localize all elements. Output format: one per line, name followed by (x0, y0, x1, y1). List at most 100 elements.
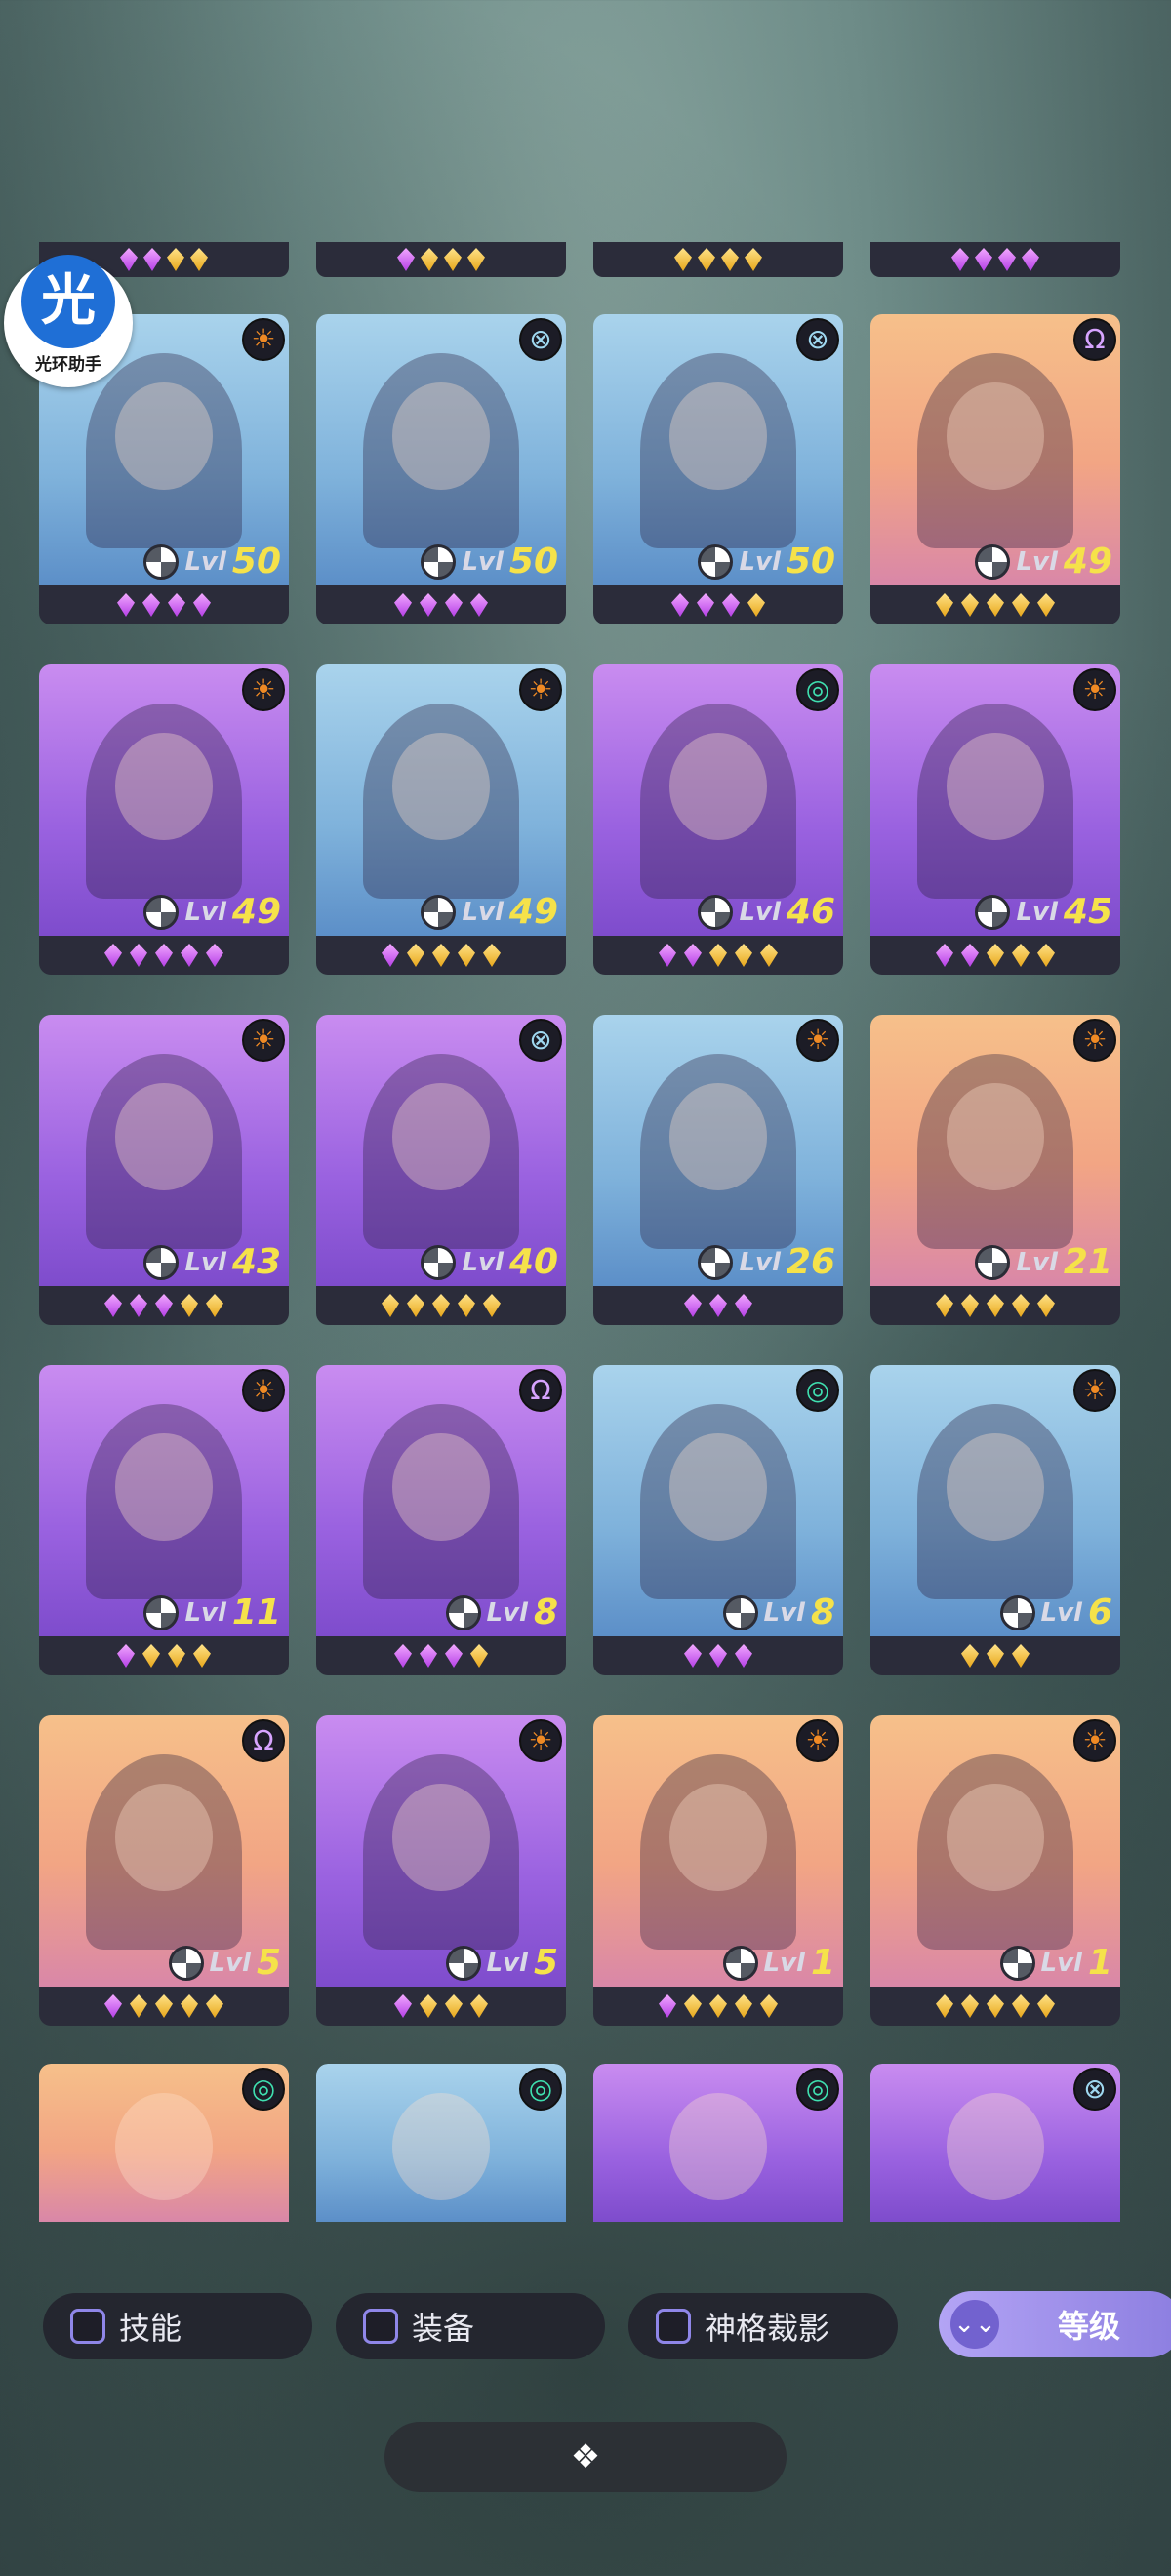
hero-card[interactable]: ☀ Lvl 1 (870, 1715, 1120, 2026)
sun-faction-icon: ☀ (1073, 1369, 1116, 1412)
rarity-gems (870, 936, 1120, 975)
hero-portrait: Ω Lvl 49 (870, 314, 1120, 585)
hero-card[interactable]: ☀ Lvl 11 (39, 1365, 289, 1675)
hero-card[interactable]: ☀ Lvl 1 (593, 1715, 843, 2026)
purple-gem-icon (697, 593, 714, 617)
hero-card[interactable]: ☀ Lvl 45 (870, 664, 1120, 975)
hero-card-partial-top[interactable] (870, 242, 1120, 277)
hero-face (392, 1083, 490, 1190)
hero-face (669, 733, 767, 840)
gold-gem-icon (936, 1994, 953, 2018)
hero-card-partial-bottom[interactable]: ◎ (39, 2064, 289, 2222)
purple-gem-icon (143, 248, 161, 271)
level-label: Lvl (739, 1248, 781, 1277)
filter-skill[interactable]: 技能 (43, 2293, 312, 2359)
level-label: Lvl (462, 1248, 504, 1277)
hero-portrait: ☀ Lvl 49 (316, 664, 566, 936)
gold-gem-icon (444, 248, 462, 271)
level-label: Lvl (1040, 1949, 1082, 1978)
omega-faction-icon: Ω (519, 1369, 562, 1412)
hero-card[interactable]: ☀ Lvl 21 (870, 1015, 1120, 1325)
hero-card[interactable]: ⊗ Lvl 50 (316, 314, 566, 624)
purple-gem-icon (155, 1294, 173, 1317)
divinity-checkbox[interactable] (656, 2309, 691, 2344)
level-label: Lvl (462, 547, 504, 577)
watermark-glyph: 光 (41, 268, 96, 333)
hero-card[interactable]: ◎ Lvl 46 (593, 664, 843, 975)
faction-glyph: ☀ (1082, 673, 1108, 705)
faction-glyph: ☀ (1082, 1024, 1108, 1056)
filter-equipment[interactable]: 装备 (336, 2293, 605, 2359)
filter-divinity[interactable]: 神格裁影 (628, 2293, 898, 2359)
gold-gem-icon (987, 1644, 1004, 1668)
gold-gem-icon (760, 944, 778, 967)
hero-portrait: ☀ Lvl 11 (39, 1365, 289, 1636)
gold-gem-icon (961, 1644, 979, 1668)
star-ring-icon (975, 1245, 1011, 1280)
hero-card[interactable]: ☀ Lvl 5 (316, 1715, 566, 2026)
gold-gem-icon (420, 1994, 437, 2018)
sort-level-label: 等级 (1058, 2308, 1121, 2345)
collapse-panel-button[interactable]: ❖ (384, 2422, 787, 2492)
purple-gem-icon (735, 1294, 752, 1317)
star-ring-icon (722, 1595, 758, 1630)
watermark-disc: 光 (21, 254, 115, 348)
level-value: 49 (231, 892, 281, 932)
purple-gem-icon (975, 248, 992, 271)
gold-gem-icon (760, 1994, 778, 2018)
equipment-checkbox[interactable] (363, 2309, 398, 2344)
level-value: 50 (786, 542, 835, 582)
hero-card[interactable]: ◎ Lvl 8 (593, 1365, 843, 1675)
sort-by-level-button[interactable]: ⌄⌄ 等级 (939, 2291, 1171, 2357)
level-label: Lvl (1040, 1598, 1082, 1628)
hero-face (115, 1433, 213, 1541)
hero-card[interactable]: ⊗ Lvl 40 (316, 1015, 566, 1325)
hero-card-partial-top[interactable] (316, 242, 566, 277)
sun-faction-icon: ☀ (796, 1019, 839, 1062)
level-label: Lvl (184, 1598, 226, 1628)
purple-gem-icon (117, 1644, 135, 1668)
rarity-gems (316, 585, 566, 624)
gold-gem-icon (458, 1294, 475, 1317)
level-display: Lvl 45 (975, 895, 1112, 930)
level-display: Lvl 50 (698, 544, 835, 580)
hero-card-partial-bottom[interactable]: ◎ (316, 2064, 566, 2222)
hero-card-partial-bottom[interactable]: ◎ (593, 2064, 843, 2222)
spiral-faction-icon: ◎ (242, 2068, 285, 2111)
purple-gem-icon (120, 248, 138, 271)
level-label: Lvl (209, 1949, 251, 1978)
omega-faction-icon: Ω (242, 1719, 285, 1762)
hero-portrait: ◎ (316, 2064, 566, 2222)
hero-portrait: ☀ Lvl 6 (870, 1365, 1120, 1636)
gold-gem-icon (155, 1994, 173, 2018)
hero-card[interactable]: ☀ Lvl 49 (39, 664, 289, 975)
gold-gem-icon (1012, 593, 1030, 617)
level-display: Lvl 43 (143, 1245, 281, 1280)
gold-gem-icon (1012, 1294, 1030, 1317)
star-ring-icon (445, 1595, 481, 1630)
purple-gem-icon (193, 593, 211, 617)
hero-card[interactable]: Ω Lvl 5 (39, 1715, 289, 2026)
gold-gem-icon (1037, 593, 1055, 617)
hero-card[interactable]: ⊗ Lvl 50 (593, 314, 843, 624)
hero-card[interactable]: ☀ Lvl 43 (39, 1015, 289, 1325)
level-label: Lvl (1016, 1248, 1058, 1277)
hero-card[interactable]: ☀ Lvl 6 (870, 1365, 1120, 1675)
gold-gem-icon (382, 1294, 399, 1317)
hero-card-partial-top[interactable] (593, 242, 843, 277)
hero-card[interactable]: ☀ Lvl 26 (593, 1015, 843, 1325)
gold-gem-icon (445, 1994, 463, 2018)
faction-glyph: Ω (253, 1724, 274, 1756)
level-value: 49 (508, 892, 558, 932)
hero-card[interactable]: ☀ Lvl 49 (316, 664, 566, 975)
level-display: Lvl 11 (143, 1595, 281, 1630)
hero-card[interactable]: Ω Lvl 8 (316, 1365, 566, 1675)
hero-card-partial-bottom[interactable]: ⊗ (870, 2064, 1120, 2222)
skill-checkbox[interactable] (70, 2309, 105, 2344)
star-ring-icon (143, 1245, 180, 1280)
hero-face (947, 1784, 1044, 1891)
hero-card[interactable]: Ω Lvl 49 (870, 314, 1120, 624)
cross-faction-icon: ⊗ (1073, 2068, 1116, 2111)
hero-portrait: Ω Lvl 8 (316, 1365, 566, 1636)
cross-faction-icon: ⊗ (796, 318, 839, 361)
